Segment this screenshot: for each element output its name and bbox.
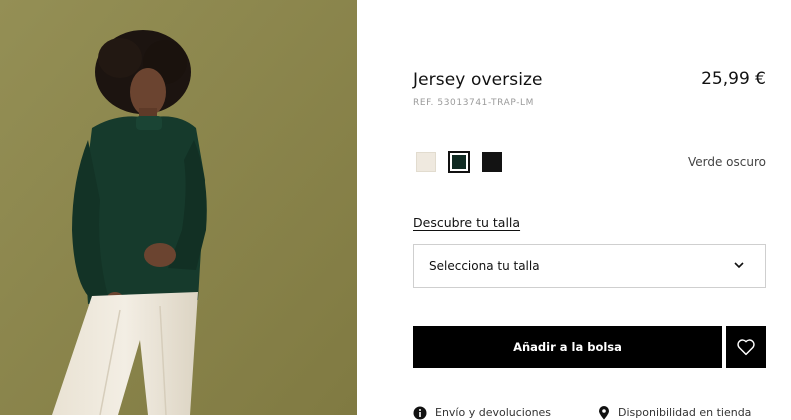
store-availability-label: Disponibilidad en tienda xyxy=(618,406,752,419)
size-guide-link[interactable]: Descubre tu talla xyxy=(413,215,520,230)
selected-color-label: Verde oscuro xyxy=(687,155,766,169)
shipping-info-link[interactable]: Envío y devoluciones xyxy=(413,406,551,420)
color-swatch-negro[interactable] xyxy=(482,152,502,172)
product-price: 25,99 € xyxy=(701,69,766,89)
add-to-bag-button[interactable]: Añadir a la bolsa xyxy=(413,326,722,368)
location-pin-icon xyxy=(599,406,609,420)
info-icon xyxy=(413,406,427,420)
store-availability-link[interactable]: Disponibilidad en tienda xyxy=(598,406,751,420)
color-swatch-verde-oscuro[interactable] xyxy=(448,151,470,173)
chevron-down-icon xyxy=(734,262,744,269)
product-title: Jersey oversize xyxy=(413,70,543,90)
model-image xyxy=(0,0,357,415)
product-photo[interactable] xyxy=(0,0,357,415)
size-select[interactable]: Selecciona tu talla xyxy=(413,244,766,288)
shipping-info-label: Envío y devoluciones xyxy=(435,406,552,419)
size-select-label: Selecciona tu talla xyxy=(429,259,540,273)
wishlist-button[interactable] xyxy=(726,326,766,368)
info-row: Envío y devoluciones Disponibilidad en t… xyxy=(413,406,766,420)
product-reference: REF. 53013741-TRAP-LM xyxy=(413,98,535,108)
color-swatch-crudo[interactable] xyxy=(416,152,436,172)
heart-icon xyxy=(737,339,755,356)
product-details: Jersey oversize 25,99 € REF. 53013741-TR… xyxy=(357,0,791,420)
